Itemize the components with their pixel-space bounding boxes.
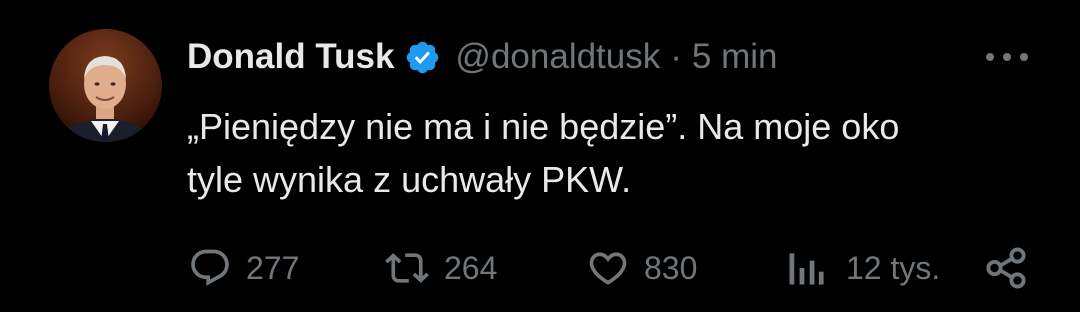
- tweet-actions-bar: 277 264 830 12 tys.: [0, 243, 1080, 293]
- views-bar-chart-icon: [786, 246, 826, 290]
- avatar[interactable]: [49, 29, 162, 142]
- tweet-text-line: „Pieniędzy nie ma i nie będzie”. Na moje…: [187, 106, 900, 147]
- heart-icon: [586, 246, 630, 290]
- repost-button[interactable]: 264: [384, 243, 497, 293]
- tweet-header: Donald Tusk @donaldtusk · 5 min: [187, 32, 778, 82]
- more-horizontal-icon[interactable]: [986, 45, 1028, 69]
- tweet-text: „Pieniędzy nie ma i nie będzie”. Na moje…: [187, 100, 1047, 206]
- reply-button[interactable]: 277: [188, 243, 299, 293]
- repost-icon: [384, 246, 430, 290]
- tweet-timestamp[interactable]: 5 min: [692, 37, 778, 77]
- more-dot: [1003, 53, 1011, 61]
- views-button[interactable]: 12 tys.: [786, 243, 940, 293]
- like-count: 830: [644, 249, 698, 286]
- tweet-text-line: tyle wynika z uchwały PKW.: [187, 159, 632, 200]
- author-handle[interactable]: @donaldtusk: [455, 37, 660, 77]
- like-button[interactable]: 830: [586, 243, 697, 293]
- more-dot: [986, 53, 994, 61]
- reply-count: 277: [246, 249, 300, 286]
- repost-count: 264: [444, 249, 498, 286]
- share-icon: [983, 245, 1029, 291]
- more-dot: [1020, 53, 1028, 61]
- author-display-name[interactable]: Donald Tusk: [187, 37, 394, 77]
- avatar-photo: [49, 29, 162, 142]
- reply-icon: [188, 246, 232, 290]
- share-button[interactable]: [983, 243, 1029, 293]
- separator-dot: ·: [670, 37, 682, 76]
- views-count: 12 tys.: [846, 249, 941, 286]
- verified-badge-icon[interactable]: [404, 39, 441, 76]
